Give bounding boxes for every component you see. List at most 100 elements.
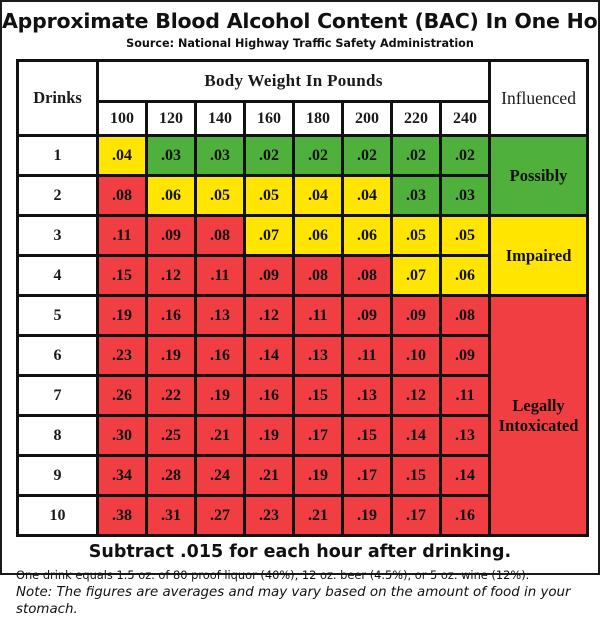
cell-bac-value: .25 <box>145 414 197 457</box>
cell-bac-value: .22 <box>145 374 197 417</box>
header-weight-240: 240 <box>438 100 492 137</box>
cell-bac-value: .16 <box>194 334 246 377</box>
cell-bac-value: .09 <box>145 214 197 257</box>
cell-bac-value: .03 <box>438 174 492 217</box>
cell-bac-value: .14 <box>438 454 492 497</box>
cell-bac-value: .19 <box>292 454 344 497</box>
footer-bold-note: Subtract .015 for each hour after drinki… <box>88 542 512 562</box>
cell-bac-value: .16 <box>243 374 295 417</box>
cell-bac-value: .14 <box>390 414 442 457</box>
header-weight-220: 220 <box>390 100 442 137</box>
cell-bac-value: .02 <box>341 134 393 177</box>
cell-bac-value: .14 <box>243 334 295 377</box>
cell-bac-value: .02 <box>243 134 295 177</box>
cell-bac-value: .21 <box>292 494 344 537</box>
bac-table-wrapper: Drinks Body Weight In Pounds Influenced … <box>16 59 590 537</box>
cell-bac-value: .04 <box>341 174 393 217</box>
cell-influence-band: Legally Intoxicated <box>488 294 590 537</box>
cell-drinks-count: 10 <box>16 494 99 537</box>
header-weight-120: 120 <box>145 100 197 137</box>
cell-bac-value: .11 <box>341 334 393 377</box>
cell-drinks-count: 2 <box>16 174 99 217</box>
cell-drinks-count: 5 <box>16 294 99 337</box>
cell-bac-value: .23 <box>243 494 295 537</box>
cell-bac-value: .19 <box>96 294 148 337</box>
cell-bac-value: .16 <box>145 294 197 337</box>
cell-bac-value: .06 <box>292 214 344 257</box>
cell-bac-value: .15 <box>341 414 393 457</box>
cell-bac-value: .15 <box>292 374 344 417</box>
cell-bac-value: .13 <box>292 334 344 377</box>
bac-chart-page: Approximate Blood Alcohol Content (BAC) … <box>0 0 600 617</box>
cell-bac-value: .30 <box>96 414 148 457</box>
cell-bac-value: .11 <box>438 374 492 417</box>
cell-bac-value: .17 <box>292 414 344 457</box>
bac-table: Drinks Body Weight In Pounds Influenced … <box>16 59 590 537</box>
cell-bac-value: .28 <box>145 454 197 497</box>
cell-bac-value: .15 <box>96 254 148 297</box>
cell-bac-value: .03 <box>194 134 246 177</box>
cell-bac-value: .07 <box>390 254 442 297</box>
cell-bac-value: .09 <box>243 254 295 297</box>
cell-bac-value: .38 <box>96 494 148 537</box>
cell-bac-value: .03 <box>145 134 197 177</box>
cell-bac-value: .02 <box>438 134 492 177</box>
cell-bac-value: .04 <box>292 174 344 217</box>
cell-bac-value: .11 <box>194 254 246 297</box>
cell-bac-value: .05 <box>194 174 246 217</box>
cell-drinks-count: 3 <box>16 214 99 257</box>
cell-bac-value: .13 <box>341 374 393 417</box>
cell-bac-value: .10 <box>390 334 442 377</box>
cell-bac-value: .08 <box>341 254 393 297</box>
cell-bac-value: .08 <box>292 254 344 297</box>
cell-drinks-count: 4 <box>16 254 99 297</box>
header-weight-140: 140 <box>194 100 246 137</box>
table-row: 5.19.16.13.12.11.09.09.08 Legally Intoxic… <box>16 294 590 537</box>
header-row-primary: Drinks Body Weight In Pounds Influenced <box>16 59 590 137</box>
table-row: 3.11.09.08.07.06.06.05.05 Impaired <box>16 214 590 297</box>
cell-bac-value: .09 <box>390 294 442 337</box>
cell-bac-value: .19 <box>194 374 246 417</box>
cell-bac-value: .04 <box>96 134 148 177</box>
cell-influence-band: Possibly <box>488 134 590 217</box>
cell-bac-value: .07 <box>243 214 295 257</box>
cell-bac-value: .05 <box>243 174 295 217</box>
cell-bac-value: .06 <box>438 254 492 297</box>
cell-influence-band: Impaired <box>488 214 590 297</box>
cell-bac-value: .34 <box>96 454 148 497</box>
cell-bac-value: .27 <box>194 494 246 537</box>
cell-drinks-count: 7 <box>16 374 99 417</box>
footer-note: Note: The figures are averages and may v… <box>16 585 571 617</box>
table-header: Drinks Body Weight In Pounds Influenced … <box>16 59 590 137</box>
cell-bac-value: .17 <box>341 454 393 497</box>
cell-bac-value: .03 <box>390 174 442 217</box>
cell-bac-value: .08 <box>194 214 246 257</box>
cell-bac-value: .08 <box>438 294 492 337</box>
cell-bac-value: .11 <box>96 214 148 257</box>
cell-bac-value: .19 <box>145 334 197 377</box>
cell-bac-value: .19 <box>341 494 393 537</box>
cell-bac-value: .11 <box>292 294 344 337</box>
page-subtitle: Source: National Highway Traffic Safety … <box>126 37 474 50</box>
cell-bac-value: .02 <box>390 134 442 177</box>
cell-bac-value: .12 <box>243 294 295 337</box>
header-drinks: Drinks <box>16 59 99 137</box>
cell-bac-value: .12 <box>390 374 442 417</box>
cell-bac-value: .17 <box>390 494 442 537</box>
cell-bac-value: .23 <box>96 334 148 377</box>
cell-bac-value: .26 <box>96 374 148 417</box>
cell-bac-value: .09 <box>341 294 393 337</box>
cell-drinks-count: 8 <box>16 414 99 457</box>
table-body: 1.04.03.03.02.02.02.02.02 Possibly 2.08.06… <box>16 134 590 537</box>
cell-bac-value: .06 <box>145 174 197 217</box>
header-influenced: Influenced <box>488 59 590 137</box>
header-weight-100: 100 <box>96 100 148 137</box>
cell-bac-value: .13 <box>438 414 492 457</box>
cell-bac-value: .05 <box>390 214 442 257</box>
cell-bac-value: .21 <box>194 414 246 457</box>
cell-drinks-count: 1 <box>16 134 99 177</box>
header-weight-200: 200 <box>341 100 393 137</box>
cell-bac-value: .13 <box>194 294 246 337</box>
cell-drinks-count: 9 <box>16 454 99 497</box>
cell-bac-value: .24 <box>194 454 246 497</box>
